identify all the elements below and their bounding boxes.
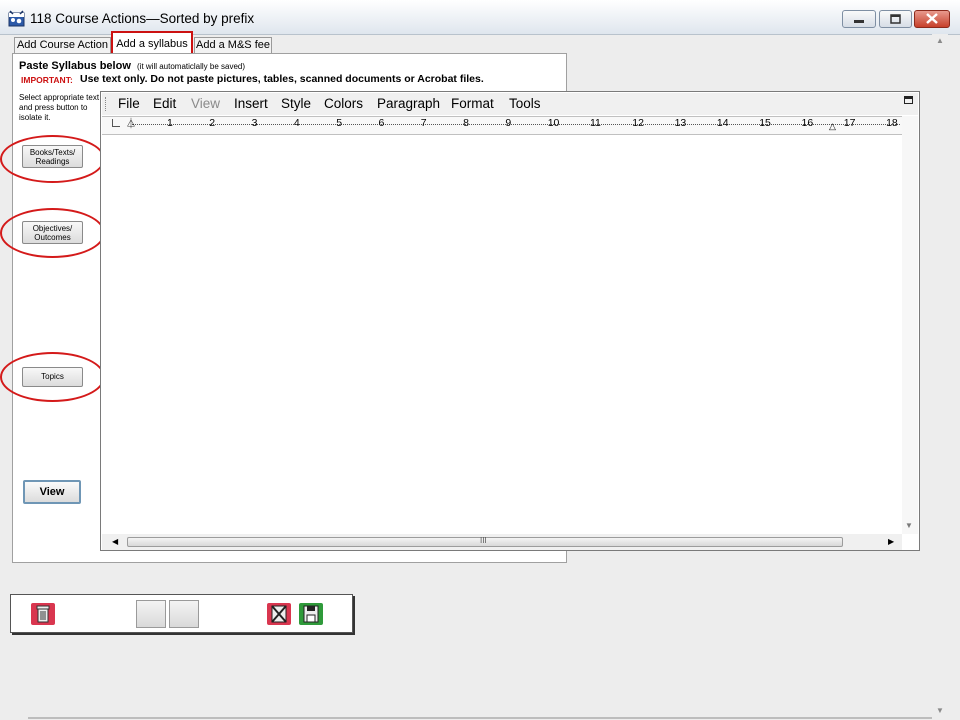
ruler-number: 16 — [801, 117, 814, 129]
menu-file[interactable]: File — [118, 96, 140, 111]
scroll-down-arrow-icon[interactable]: ▼ — [936, 706, 944, 715]
ruler-number: 18 — [886, 117, 898, 129]
ruler-number: 8 — [463, 117, 469, 129]
tab-add-course-action[interactable]: Add Course Action — [14, 37, 111, 53]
editor-vertical-scrollbar[interactable] — [902, 116, 918, 534]
ruler-ticks — [132, 124, 900, 126]
window-horizontal-scrollbar[interactable] — [28, 717, 932, 719]
tab-add-ms-fee[interactable]: Add a M&S fee — [194, 37, 272, 53]
menu-grip — [105, 97, 108, 111]
scroll-left-arrow-icon[interactable]: ◀ — [112, 537, 118, 546]
minimize-button[interactable] — [842, 10, 876, 28]
panel-heading: Paste Syllabus below — [19, 60, 131, 72]
ruler-number: 1 — [167, 117, 173, 129]
trash-icon[interactable] — [30, 602, 56, 626]
menu-tools[interactable]: Tools — [509, 96, 541, 111]
menu-format[interactable]: Format — [451, 96, 494, 111]
ruler-number: 4 — [293, 117, 300, 129]
tab-add-syllabus[interactable]: Add a syllabus — [111, 31, 193, 55]
close-button[interactable] — [914, 10, 950, 28]
ruler-number: 15 — [759, 117, 771, 129]
ruler-number: 17 — [843, 117, 856, 129]
app-calendar-icon — [8, 10, 25, 27]
left-indent-marker-icon[interactable]: ⏃ — [126, 115, 136, 130]
topics-button[interactable]: Topics — [22, 367, 83, 387]
important-label: IMPORTANT: — [21, 75, 73, 85]
menu-colors[interactable]: Colors — [324, 96, 363, 111]
save-icon[interactable] — [298, 602, 324, 626]
close-icon — [926, 13, 938, 24]
editor-maximize-icon[interactable] — [904, 96, 913, 104]
maximize-button[interactable] — [879, 10, 912, 28]
tab-stop-selector-icon[interactable] — [112, 119, 120, 127]
syllabus-text-area[interactable] — [102, 135, 902, 533]
blank-toolbar-button[interactable] — [136, 600, 166, 628]
ruler-number: 10 — [547, 117, 560, 129]
minimize-icon — [854, 20, 864, 23]
books-texts-readings-button[interactable]: Books/Texts/ Readings — [22, 145, 83, 168]
menu-edit[interactable]: Edit — [153, 96, 176, 111]
ruler-number: 2 — [209, 117, 216, 129]
right-indent-marker-icon[interactable]: △ — [829, 121, 836, 132]
blank-toolbar-button[interactable] — [169, 600, 199, 628]
window-title: 118 Course Actions—Sorted by prefix — [30, 11, 255, 26]
instruction-text: Select appropriate text and press button… — [19, 93, 100, 122]
scroll-up-arrow-icon[interactable]: ▲ — [936, 36, 944, 45]
ruler-number: 5 — [336, 117, 343, 129]
ruler-number: 14 — [716, 117, 729, 129]
ruler-number: 9 — [505, 117, 512, 129]
scroll-thumb-grip: III — [480, 536, 487, 545]
scroll-down-arrow-icon[interactable]: ▼ — [905, 521, 913, 530]
maximize-icon — [890, 14, 901, 24]
view-button[interactable]: View — [23, 480, 81, 504]
menu-view[interactable]: View — [191, 96, 220, 111]
cancel-save-icon[interactable] — [266, 602, 292, 626]
ruler-number: 12 — [632, 117, 644, 129]
menu-paragraph[interactable]: Paragraph — [377, 96, 440, 111]
scroll-right-arrow-icon[interactable]: ▶ — [888, 537, 894, 546]
ruler-number: 11 — [590, 117, 601, 129]
window-vertical-scrollbar[interactable] — [932, 34, 948, 720]
objectives-outcomes-button[interactable]: Objectives/ Outcomes — [22, 221, 83, 244]
menu-insert[interactable]: Insert — [234, 96, 268, 111]
ruler-number: 7 — [420, 117, 427, 129]
menu-style[interactable]: Style — [281, 96, 311, 111]
ruler-number: 6 — [378, 117, 385, 129]
ruler-number: 13 — [674, 117, 687, 129]
autosave-note: (it will automaticlally be saved) — [137, 62, 246, 71]
ruler-number: 3 — [251, 117, 258, 129]
important-text: Use text only. Do not paste pictures, ta… — [80, 73, 484, 85]
